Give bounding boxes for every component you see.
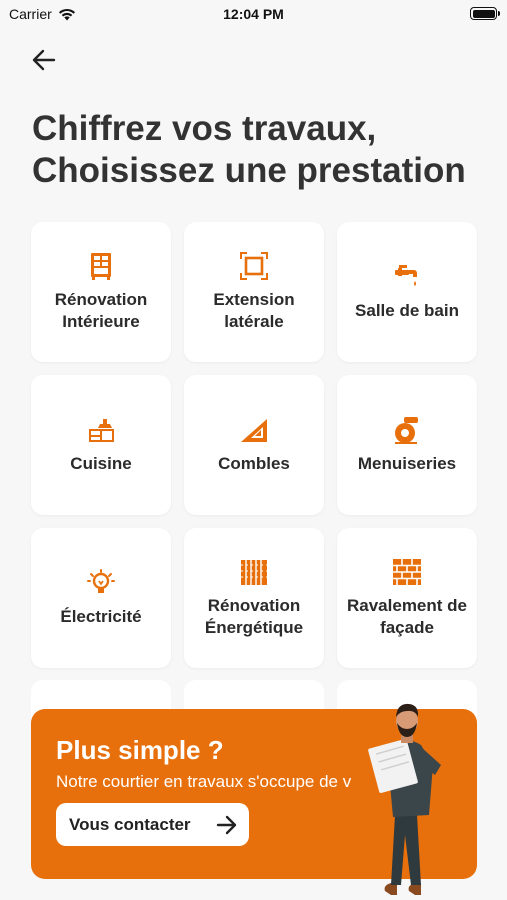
battery-level [472,9,495,18]
service-label: Combles [218,454,290,473]
battery-icon [470,7,500,20]
page-title-line-2: Choisissez une prestation [32,151,466,190]
attic-roof-icon [241,419,267,442]
service-card-renovation-energetique[interactable]: Rénovation Énergétique [184,528,324,668]
service-card-menuiseries[interactable]: Menuiseries [337,375,477,515]
service-card-salle-de-bain[interactable]: Salle de bain [337,222,477,362]
contact-button-label: Vous contacter [69,814,191,834]
expand-square-icon [240,252,268,280]
service-card-combles[interactable]: Combles [184,375,324,515]
services-grid: Rénovation Intérieure Extension latérale… [31,222,477,668]
service-label: Rénovation Énergétique [204,596,304,637]
back-arrow-icon [32,49,56,71]
service-card-cuisine[interactable]: Cuisine [31,375,171,515]
service-card-ravalement-facade[interactable]: Ravalement de façade [337,528,477,668]
service-label: Rénovation Intérieure [54,290,148,331]
contact-button[interactable]: Vous contacter [56,803,249,846]
brick-wall-icon [393,559,421,585]
broker-illustration [368,703,441,895]
promo-text: Notre courtier en travaux s'occupe de v [56,772,352,791]
service-card-electricite[interactable]: Électricité [31,528,171,668]
promo-title: Plus simple ? [56,735,224,765]
kitchen-icon [89,419,114,442]
service-card-renovation-interieure[interactable]: Rénovation Intérieure [31,222,171,362]
faucet-icon [395,265,417,286]
page-title: Chiffrez vos travaux, Choisissez une pre… [32,108,482,192]
service-label: Salle de bain [355,301,459,320]
page-title-line-1: Chiffrez vos travaux, [32,109,377,148]
saw-icon [395,417,418,444]
back-button[interactable] [28,44,60,76]
insulation-icon [241,560,267,585]
service-label: Électricité [60,607,142,626]
service-label: Extension latérale [213,290,295,331]
status-time: 12:04 PM [223,6,284,22]
status-bar: Carrier 12:04 PM [0,0,507,28]
arrow-right-icon [216,815,237,835]
service-card-extension-laterale[interactable]: Extension latérale [184,222,324,362]
service-label: Menuiseries [357,454,457,473]
service-label: Ravalement de façade [347,596,467,637]
cabinet-icon [91,253,111,280]
lightbulb-icon [87,569,115,593]
service-label: Cuisine [70,454,132,473]
